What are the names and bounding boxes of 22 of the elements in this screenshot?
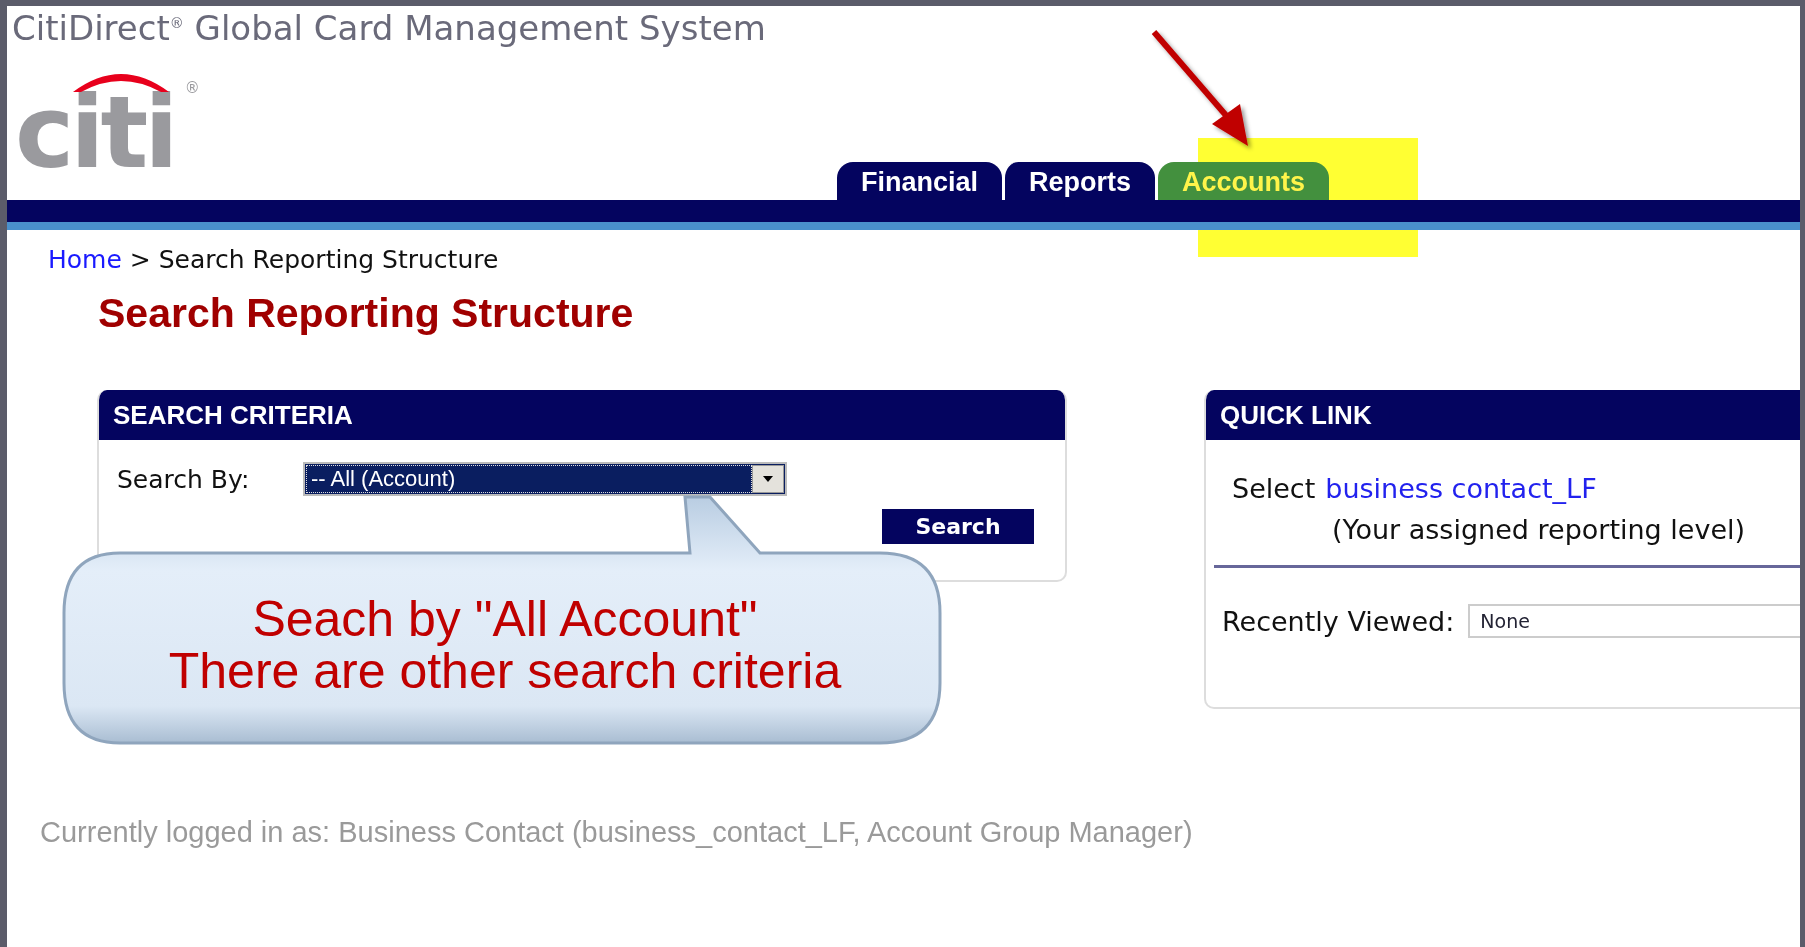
window-title: CitiDirect$^{®}$ Global Card Management System — [12, 7, 766, 48]
panel-title: QUICK LINK — [1206, 390, 1800, 440]
contact-link[interactable]: business contact_LF — [1325, 474, 1597, 504]
note-text: (Your assigned reporting level) — [1331, 513, 1747, 545]
page-heading: Search Reporting Structure — [98, 291, 635, 335]
dropdown-caret-icon — [752, 465, 784, 493]
select-label: Select — [1232, 474, 1316, 504]
nav-tab[interactable]: Financial — [837, 162, 1003, 200]
panel-title: SEARCH CRITERIA — [99, 390, 1065, 440]
search-button[interactable]: Search — [882, 509, 1034, 544]
recently-viewed-field[interactable]: None — [1468, 604, 1800, 638]
breadcrumb-link[interactable]: Home — [48, 247, 122, 273]
callout-text: There are other search criteria — [168, 645, 842, 697]
breadcrumb-text: > Search Reporting Structure — [129, 247, 499, 273]
field-label: Recently Viewed: — [1222, 605, 1455, 637]
search-by-dropdown[interactable]: -- All (Account) — [303, 462, 787, 496]
logo-text: citi — [15, 88, 175, 178]
nav-tab[interactable]: Reports — [1002, 162, 1156, 200]
status-text: Currently logged in as: Business Contact (business_contact_LF, Account Group Manager) — [40, 816, 1194, 849]
callout-text: Seach by "All Account" — [252, 593, 758, 645]
registered-mark: ® — [184, 80, 200, 96]
field-label: Search By: — [117, 464, 251, 494]
